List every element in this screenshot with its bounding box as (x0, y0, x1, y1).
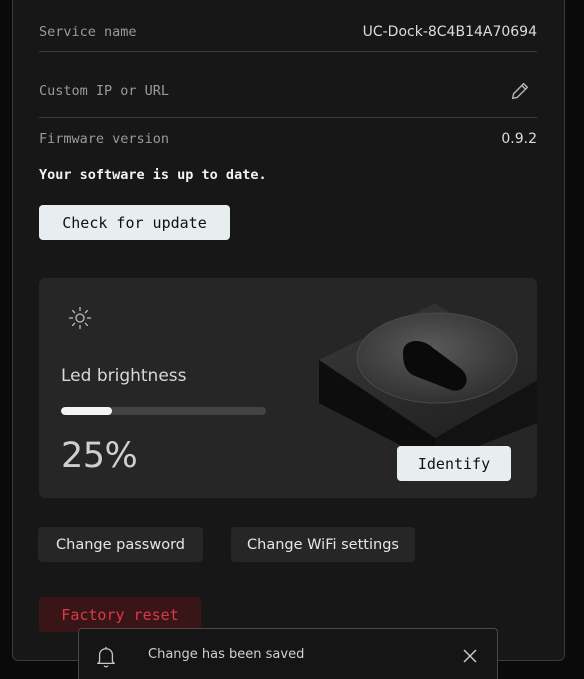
service-name-label: Service name (39, 23, 137, 40)
pencil-icon[interactable] (509, 80, 531, 102)
change-password-button[interactable]: Change password (38, 527, 203, 562)
close-icon[interactable] (462, 648, 478, 664)
custom-ip-label: Custom IP or URL (39, 83, 170, 99)
toast-notification: Change has been saved (78, 628, 498, 679)
change-wifi-settings-button[interactable]: Change WiFi settings (231, 527, 415, 562)
toast-message: Change has been saved (148, 647, 305, 662)
check-for-update-button[interactable]: Check for update (39, 205, 230, 240)
identify-button[interactable]: Identify (397, 446, 511, 481)
firmware-label: Firmware version (39, 131, 170, 147)
service-name-row: Service name UC-Dock-8C4B14A70694 (39, 12, 537, 52)
led-brightness-slider[interactable] (61, 407, 266, 415)
factory-reset-button[interactable]: Factory reset (39, 597, 201, 632)
custom-ip-row: Custom IP or URL (39, 65, 537, 118)
bell-icon (97, 646, 115, 668)
service-name-value: UC-Dock-8C4B14A70694 (362, 23, 537, 40)
firmware-row: Firmware version 0.9.2 (39, 119, 537, 159)
led-brightness-card: Led brightness 25% Identify (39, 278, 537, 498)
led-brightness-value: 25% (61, 436, 138, 476)
led-brightness-fill (61, 407, 113, 415)
firmware-value: 0.9.2 (501, 131, 537, 147)
sun-icon (68, 306, 92, 330)
update-status-text: Your software is up to date. (39, 167, 267, 183)
led-brightness-label: Led brightness (61, 366, 187, 386)
